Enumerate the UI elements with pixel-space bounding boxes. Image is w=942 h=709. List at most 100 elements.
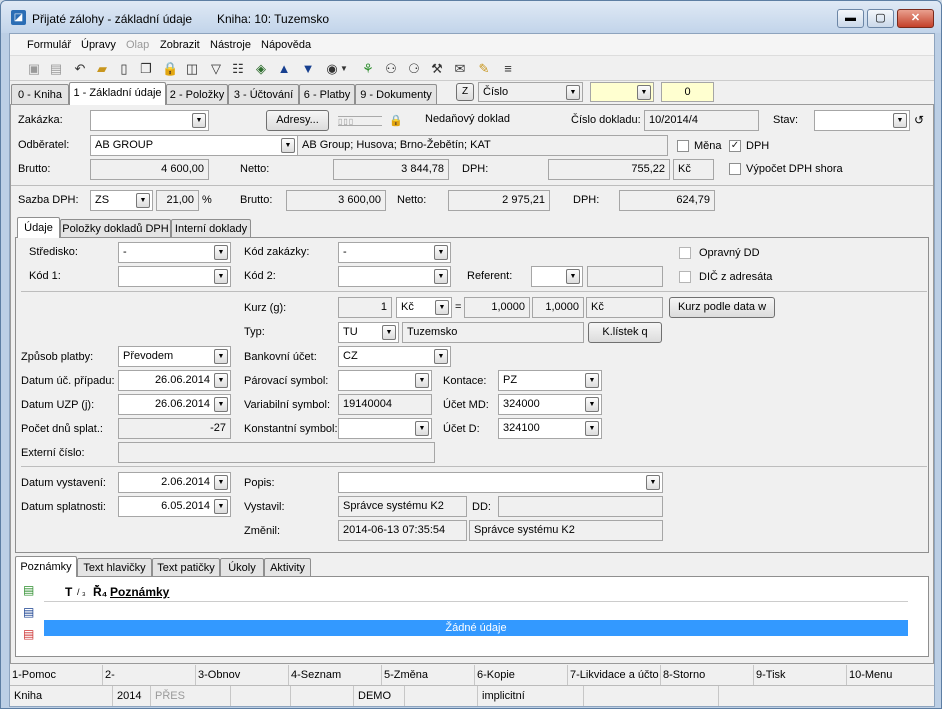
col-type[interactable]: T (65, 585, 72, 599)
history-icon[interactable]: ↺ (914, 113, 924, 127)
chevron-down-icon[interactable]: ▼ (281, 138, 295, 153)
referent-select[interactable]: ▼ (531, 266, 583, 287)
menu-olap[interactable]: Olap (126, 39, 149, 51)
tab-udaje[interactable]: Údaje (17, 217, 60, 238)
typ-select[interactable]: TU ▼ (338, 322, 399, 343)
bankovni-ucet-select[interactable]: CZ ▼ (338, 346, 451, 367)
fkey-zmena[interactable]: 5-Změna (382, 665, 475, 685)
tree-icon[interactable]: ⚘ (360, 61, 376, 77)
tab-polozky-dph[interactable]: Položky dokladů DPH (60, 219, 171, 238)
chevron-down-icon[interactable]: ▼ (339, 61, 349, 77)
tab-ukoly[interactable]: Úkoly (220, 558, 264, 577)
menu-upravy[interactable]: Úpravy (81, 39, 116, 51)
tab-aktivity[interactable]: Aktivity (264, 558, 311, 577)
chevron-down-icon[interactable]: ▼ (585, 421, 599, 436)
edit-note-icon[interactable]: ▤ (23, 605, 34, 619)
chevron-down-icon[interactable]: ▼ (434, 245, 448, 260)
edit-note-icon[interactable]: ✎ (476, 61, 492, 77)
filter-list-icon[interactable]: ☷ (230, 61, 246, 77)
chevron-down-icon[interactable]: ▼ (192, 113, 206, 128)
chevron-down-icon[interactable]: ▼ (214, 373, 228, 388)
tab-interni-doklady[interactable]: Interní doklady (171, 219, 251, 238)
tab-zakladni-udaje[interactable]: 1 - Základní údaje (69, 82, 166, 105)
chevron-down-icon[interactable]: ▼ (585, 373, 599, 388)
mail-icon[interactable]: ✉ (452, 61, 468, 77)
chevron-down-icon[interactable]: ▼ (214, 269, 228, 284)
menu-formular[interactable]: Formulář (27, 39, 71, 51)
kontace-select[interactable]: PZ ▼ (498, 370, 602, 391)
chevron-down-icon[interactable]: ▼ (214, 245, 228, 260)
mena-checkbox[interactable] (677, 140, 689, 152)
save-all-icon[interactable]: ▤ (48, 61, 64, 77)
tab-platby[interactable]: 6 - Platby (299, 84, 355, 105)
chevron-down-icon[interactable]: ▼ (415, 421, 429, 436)
k-listek-button[interactable]: K.lístek q (588, 322, 662, 343)
sazba-code-select[interactable]: ZS ▼ (90, 190, 153, 211)
externi-cislo-field[interactable] (118, 442, 435, 463)
find-next-icon[interactable]: ⚆ (406, 61, 422, 77)
cislo-dokladu-field[interactable]: 10/2014/4 (644, 110, 759, 131)
delete-note-icon[interactable]: ▤ (23, 627, 34, 641)
chevron-down-icon[interactable]: ▼ (646, 475, 660, 490)
chevron-down-icon[interactable]: ▼ (434, 269, 448, 284)
arrow-up-icon[interactable]: ▲ (276, 61, 292, 77)
zakazka-select[interactable]: ▼ (90, 110, 209, 131)
camera-icon[interactable]: ◉ (324, 61, 340, 77)
tab-poznamky[interactable]: Poznámky (15, 556, 77, 577)
datum-uc-select[interactable]: 26.06.2014 ▼ (118, 370, 231, 391)
zpusob-platby-select[interactable]: Převodem ▼ (118, 346, 231, 367)
menu-zobrazit[interactable]: Zobrazit (160, 39, 200, 51)
dic-checkbox[interactable] (679, 271, 691, 283)
filter-icon[interactable]: ▽ (208, 61, 224, 77)
open-folder-icon[interactable]: ▰ (94, 61, 110, 77)
popis-select[interactable]: ▼ (338, 472, 663, 493)
chevron-down-icon[interactable]: ▼ (585, 397, 599, 412)
tab-dokumenty[interactable]: 9 - Dokumenty (355, 84, 437, 105)
title-bar[interactable]: ◪ Přijaté zálohy - základní údaje Kniha:… (1, 1, 941, 33)
chevron-down-icon[interactable]: ▼ (893, 113, 907, 128)
col-poznamky[interactable]: Poznámky (110, 585, 169, 599)
dph-checkbox[interactable]: ✓ (729, 140, 741, 152)
chevron-down-icon[interactable]: ▼ (637, 85, 651, 100)
tab-kniha[interactable]: 0 - Kniha (11, 84, 69, 105)
maximize-button[interactable]: ▢ (867, 9, 894, 28)
save-icon[interactable]: ▣ (26, 61, 42, 77)
fkey-tisk[interactable]: 9-Tisk (754, 665, 847, 685)
fkey-menu[interactable]: 10-Menu (847, 665, 934, 685)
odberatel-select[interactable]: AB GROUP ▼ (90, 135, 298, 156)
chevron-down-icon[interactable]: ▼ (435, 300, 449, 315)
chevron-down-icon[interactable]: ▼ (214, 397, 228, 412)
kod-zakazky-select[interactable]: - ▼ (338, 242, 451, 263)
col-sort[interactable]: / ₃ (77, 587, 86, 597)
adresy-button[interactable]: Adresy... (266, 110, 329, 131)
stredisko-select[interactable]: - ▼ (118, 242, 231, 263)
fkey-obnov[interactable]: 3-Obnov (196, 665, 289, 685)
chevron-down-icon[interactable]: ▼ (214, 475, 228, 490)
arrow-down-icon[interactable]: ▼ (300, 61, 316, 77)
close-button[interactable]: ✕ (897, 9, 934, 28)
menu-napoveda[interactable]: Nápověda (261, 39, 311, 51)
lock-icon[interactable]: 🔒 (162, 61, 178, 77)
copy-icon[interactable]: ❐ (138, 61, 154, 77)
parovaci-select[interactable]: ▼ (338, 370, 432, 391)
menu-nastroje[interactable]: Nástroje (210, 39, 251, 51)
fkey-likvidace[interactable]: 7-Likvidace a účto (568, 665, 661, 685)
kurz-podle-data-button[interactable]: Kurz podle data w (669, 297, 775, 318)
search-input[interactable]: ▼ (590, 82, 654, 102)
chevron-down-icon[interactable]: ▼ (214, 499, 228, 514)
kod2-select[interactable]: ▼ (338, 266, 451, 287)
opravny-dd-checkbox[interactable] (679, 247, 691, 259)
tools-icon[interactable]: ⚒ (429, 61, 445, 77)
kod1-select[interactable]: ▼ (118, 266, 231, 287)
fkey-pomoc[interactable]: 1-Pomoc (10, 665, 103, 685)
book-icon[interactable]: ◫ (184, 61, 200, 77)
datum-vystaveni-select[interactable]: 2.06.2014 ▼ (118, 472, 231, 493)
col-row[interactable]: Ř̃₄ (93, 585, 107, 599)
menu-lines-icon[interactable]: ≡ (500, 61, 516, 77)
variabilni-symbol-field[interactable]: 19140004 (338, 394, 432, 415)
sort-field-select[interactable]: Číslo ▼ (478, 82, 583, 102)
datum-splatnosti-select[interactable]: 6.05.2014 ▼ (118, 496, 231, 517)
chevron-down-icon[interactable]: ▼ (566, 85, 580, 100)
konstantni-symbol-select[interactable]: ▼ (338, 418, 432, 439)
empty-row[interactable]: Žádné údaje (44, 620, 908, 636)
